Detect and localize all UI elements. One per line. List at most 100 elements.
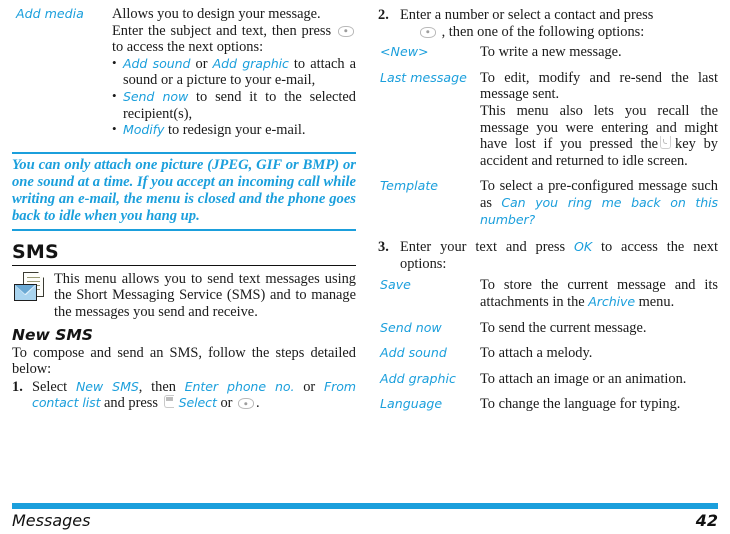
footer-rule — [12, 503, 718, 509]
keyword-ok: OK — [574, 239, 593, 255]
desc-line-2-pre: Enter the subject and text, then press — [112, 22, 332, 39]
two-column-body: Add media Allows you to design your mess… — [0, 0, 730, 503]
desc-add-graphic: To attach an image or an animation. — [480, 370, 687, 387]
envelope-icon — [14, 283, 37, 301]
table-row: Last message To edit, modify and re-send… — [374, 70, 718, 179]
desc-new: To write a new message. — [480, 44, 622, 61]
section-heading-sms: SMS — [12, 240, 59, 263]
term-add-graphic: Add graphic — [380, 370, 456, 386]
left-softkey-icon — [163, 395, 177, 409]
table-row: Template To select a pre-configured mess… — [374, 178, 718, 237]
term-new: <New> — [380, 44, 429, 60]
term-add-sound: Add sound — [380, 345, 447, 361]
page-number: 42 — [695, 511, 718, 530]
heading-rule — [12, 264, 356, 266]
step-number: 2. — [378, 7, 389, 23]
desc-line-2-post: to access the next options: — [112, 39, 264, 56]
step3-p1: Enter your text and press — [400, 239, 575, 256]
desc-send-now: To send the current message. — [480, 319, 647, 336]
options-table-1: <New> To write a new message. Last messa… — [374, 44, 718, 237]
term-cell: Add media — [12, 6, 112, 145]
footer-row: Messages 42 — [12, 511, 718, 530]
hangup-key-icon — [660, 136, 673, 150]
description-cell: To select a pre-configured message such … — [480, 178, 718, 237]
keyword-archive: Archive — [588, 293, 635, 309]
term-cell: Last message — [374, 70, 480, 179]
step-number: 3. — [378, 239, 389, 256]
table-row: <New> To write a new message. — [374, 44, 718, 70]
step2-line2: , then one of the following options: — [400, 24, 718, 41]
envelope-flap — [15, 284, 36, 294]
keyword-modify: Modify — [123, 122, 165, 138]
sms-intro-block: This menu allows you to send text messag… — [12, 271, 356, 321]
step-number: 1. — [12, 378, 23, 395]
right-column: 2. Enter a number or select a contact an… — [374, 6, 718, 503]
desc-last-message-2: This menu also lets you recall the messa… — [480, 103, 718, 169]
keyword-add-sound: Add sound — [123, 55, 191, 71]
center-select-key-icon — [338, 25, 354, 37]
keyword-enter-phone-no: Enter phone no. — [184, 378, 295, 394]
term-cell: Template — [374, 178, 480, 237]
step1-p5: or — [216, 395, 237, 412]
desc-last-message-1: To edit, modify and re-send the last mes… — [480, 69, 718, 103]
footer-section-title: Messages — [12, 511, 91, 530]
list-item: Modify to redesign your e-mail. — [112, 121, 356, 139]
description-cell: To send the current message. — [480, 320, 718, 346]
center-select-key-icon — [238, 398, 255, 410]
term-cell: <New> — [374, 44, 480, 70]
term-add-media: Add media — [16, 6, 84, 21]
desc-line-1: Allows you to design your message. — [112, 6, 321, 22]
desc-line-2: Enter the subject and text, then press t… — [112, 23, 356, 56]
step-text: Enter your text and press OK to access t… — [400, 239, 718, 272]
keyword-select: Select — [178, 395, 217, 411]
table-row: Send now To send the current message. — [374, 320, 718, 346]
bullet-rest: to redesign your e-mail. — [164, 122, 306, 139]
add-media-definition-table: Add media Allows you to design your mess… — [12, 6, 356, 145]
table-row: Add graphic To attach an image or an ani… — [374, 371, 718, 397]
step1-p6: . — [256, 395, 260, 412]
description-cell: Allows you to design your message. Enter… — [112, 6, 356, 145]
term-last-message: Last message — [380, 69, 467, 85]
term-cell: Add graphic — [374, 371, 480, 397]
sms-document-envelope-icon — [14, 271, 48, 306]
term-cell: Save — [374, 277, 480, 319]
step1-p1: Select — [32, 378, 76, 395]
step-text: Enter a number or select a contact and p… — [400, 7, 718, 40]
step1-p4: and press — [100, 395, 162, 412]
step-1: 1. Select New SMS, then Enter phone no. … — [12, 379, 356, 412]
new-sms-intro: To compose and send an SMS, follow the s… — [12, 344, 356, 378]
keyword-new-sms: New SMS — [75, 378, 139, 394]
add-media-bullet-list: Add sound or Add graphic to attach a sou… — [112, 55, 356, 139]
step-3: 3. Enter your text and press OK to acces… — [374, 239, 718, 272]
term-language: Language — [380, 396, 443, 412]
note-text: You can only attach one picture (JPEG, G… — [12, 156, 356, 224]
step1-p3: or — [294, 378, 324, 395]
table-row: Save To store the current message and it… — [374, 277, 718, 319]
description-cell: To write a new message. — [480, 44, 718, 70]
keyword-send-now: Send now — [123, 88, 189, 104]
page-footer: Messages 42 — [0, 503, 730, 534]
term-cell: Language — [374, 396, 480, 422]
term-cell: Add sound — [374, 345, 480, 371]
term-template: Template — [380, 178, 439, 194]
term-cell: Send now — [374, 320, 480, 346]
note-block: You can only attach one picture (JPEG, G… — [12, 151, 356, 231]
list-item: Send now to send it to the selected reci… — [112, 88, 356, 122]
options-table-2: Save To store the current message and it… — [374, 277, 718, 422]
description-cell: To attach a melody. — [480, 345, 718, 371]
description-cell: To edit, modify and re-send the last mes… — [480, 70, 718, 179]
keyword-add-graphic: Add graphic — [212, 55, 289, 71]
step-text: Select New SMS, then Enter phone no. or … — [32, 379, 356, 412]
table-row: Language To change the language for typi… — [374, 396, 718, 422]
manual-page: Add media Allows you to design your mess… — [0, 0, 730, 534]
list-item: Add sound or Add graphic to attach a sou… — [112, 55, 356, 89]
keyword-template-example: Can you ring me back on this number? — [480, 194, 718, 227]
term-save: Save — [380, 277, 411, 293]
desc-save-b: menu. — [635, 293, 675, 310]
subsection-heading-new-sms: New SMS — [12, 325, 93, 344]
left-column: Add media Allows you to design your mess… — [12, 6, 356, 503]
center-select-key-icon — [420, 26, 436, 38]
description-cell: To change the language for typing. — [480, 396, 718, 422]
table-row: Add media Allows you to design your mess… — [12, 6, 356, 145]
step2-p2: , then one of the following options: — [441, 23, 645, 40]
